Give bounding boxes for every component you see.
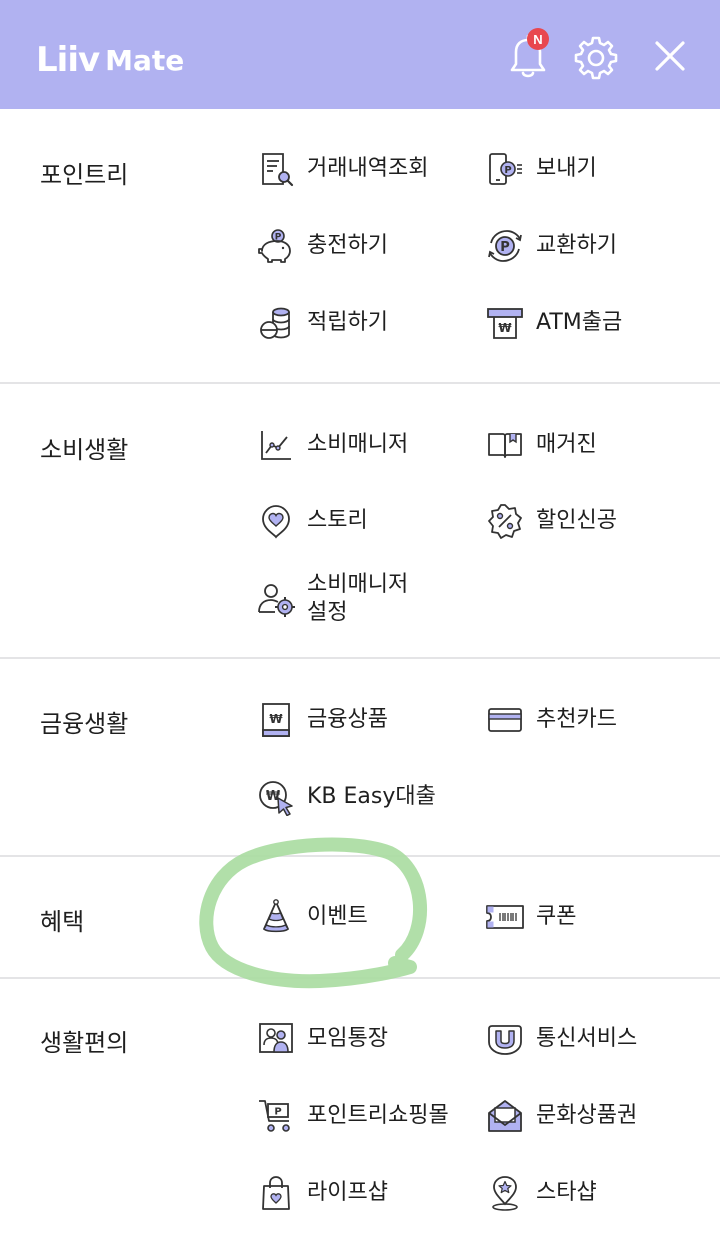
menu-item-label: 할인신공 (536, 508, 617, 533)
menu-item-accumulate[interactable]: 적립하기 (257, 298, 477, 348)
menu-item-pointree-mall[interactable]: P 포인트리쇼핑몰 (257, 1091, 477, 1141)
exchange-point-icon: P (486, 227, 524, 265)
menu-item-discount[interactable]: 할인신공 (486, 496, 706, 546)
shopping-bag-heart-icon (257, 1174, 295, 1212)
section-title: 생활편의 (40, 1029, 129, 1057)
menu-item-exchange[interactable]: P 교환하기 (486, 221, 706, 271)
svg-text:P: P (274, 1107, 281, 1118)
menu-item-financial-products[interactable]: ₩ 금융상품 (257, 695, 477, 745)
close-button[interactable] (642, 28, 698, 84)
discount-badge-icon (486, 502, 524, 540)
credit-card-icon (486, 701, 524, 739)
menu-item-telecom[interactable]: 통신서비스 (486, 1014, 706, 1064)
menu-item-label: KB Easy대출 (307, 784, 436, 809)
loan-click-icon: ₩ (257, 778, 295, 816)
section-title: 소비생활 (40, 436, 129, 464)
menu-item-kb-easy-loan[interactable]: ₩ KB Easy대출 (257, 772, 477, 822)
menu-item-charge[interactable]: P 충전하기 (257, 221, 477, 271)
user-gear-icon (257, 580, 295, 618)
phone-send-point-icon: P (486, 150, 524, 188)
open-book-icon (486, 426, 524, 464)
menu-item-label: 쿠폰 (536, 904, 577, 929)
logo-main-text: Liiv (36, 40, 100, 80)
section-pointree: 포인트리 거래내역조회 P 보내기 P 충전하기 P 교환하기 적립하기 ₩ A… (0, 109, 720, 384)
menu-item-label: 문화상품권 (536, 1103, 638, 1128)
menu-item-label: 소비매니저 (307, 432, 409, 457)
menu-item-label: 추천카드 (536, 707, 617, 732)
menu-item-transaction-history[interactable]: 거래내역조회 (257, 144, 477, 194)
section-title: 금융생활 (40, 710, 129, 738)
menu-item-label: 금융상품 (307, 707, 388, 732)
envelope-voucher-icon (486, 1097, 524, 1135)
menu-item-label: 라이프샵 (307, 1180, 388, 1205)
menu-item-label: 적립하기 (307, 310, 388, 335)
menu-item-label: ATM출금 (536, 310, 623, 335)
menu-item-spending-manager-settings[interactable]: 소비매니저 설정 (257, 569, 477, 629)
menu-item-label: 스타샵 (536, 1180, 597, 1205)
gear-icon (574, 36, 618, 80)
menu-item-label: 포인트리쇼핑몰 (307, 1103, 449, 1128)
menu-item-label: 교환하기 (536, 233, 617, 258)
svg-text:₩: ₩ (269, 712, 283, 726)
section-title: 포인트리 (40, 161, 129, 189)
atm-withdraw-icon: ₩ (486, 304, 524, 342)
section-benefits: 혜택 이벤트 쿠폰 (0, 857, 720, 979)
menu-item-label: 보내기 (536, 156, 597, 181)
label-line-2: 설정 (307, 600, 348, 625)
svg-text:P: P (504, 165, 511, 176)
menu-item-life-shop[interactable]: 라이프샵 (257, 1168, 477, 1218)
app-header: Liiv Mate N (0, 0, 720, 109)
svg-text:P: P (500, 240, 510, 255)
settings-button[interactable] (568, 28, 624, 84)
menu-item-recommended-card[interactable]: 추천카드 (486, 695, 706, 745)
receipt-search-icon (257, 150, 295, 188)
menu-item-group-account[interactable]: 모임통장 (257, 1014, 477, 1064)
section-living: 생활편의 모임통장 통신서비스 P 포인트리쇼핑몰 문화상품권 라이프샵 스타샵 (0, 979, 720, 1245)
star-pin-icon (486, 1174, 524, 1212)
section-consumption: 소비생활 소비매니저 매거진 스토리 할인신공 소비매니저 설정 (0, 384, 720, 659)
menu-item-coupon[interactable]: 쿠폰 (486, 892, 706, 942)
section-title: 혜택 (40, 908, 85, 936)
coin-stack-icon (257, 304, 295, 342)
notification-button[interactable]: N (500, 28, 556, 84)
menu-item-label: 충전하기 (307, 233, 388, 258)
menu-item-magazine[interactable]: 매거진 (486, 420, 706, 470)
close-icon (655, 41, 685, 71)
menu-item-label: 소비매니저 설정 (307, 571, 408, 627)
svg-text:₩: ₩ (498, 321, 512, 335)
finance-book-icon: ₩ (257, 701, 295, 739)
menu-item-story[interactable]: 스토리 (257, 496, 477, 546)
section-finance: 금융생활 ₩ 금융상품 추천카드 ₩ KB Easy대출 (0, 659, 720, 857)
piggy-bank-point-icon: P (257, 227, 295, 265)
menu-item-label: 거래내역조회 (307, 156, 429, 181)
telecom-u-icon (486, 1020, 524, 1058)
shopping-cart-point-icon: P (257, 1097, 295, 1135)
menu-item-culture-voucher[interactable]: 문화상품권 (486, 1091, 706, 1141)
line-chart-icon (257, 426, 295, 464)
menu-item-spending-manager[interactable]: 소비매니저 (257, 420, 477, 470)
menu-item-label: 모임통장 (307, 1026, 388, 1051)
menu-item-label: 스토리 (307, 508, 368, 533)
menu-item-event[interactable]: 이벤트 (257, 892, 477, 942)
menu-item-send[interactable]: P 보내기 (486, 144, 706, 194)
coupon-ticket-icon (486, 898, 524, 936)
menu-item-label: 매거진 (536, 432, 597, 457)
group-account-icon (257, 1020, 295, 1058)
heart-bubble-icon (257, 502, 295, 540)
menu-item-label: 통신서비스 (536, 1026, 638, 1051)
menu-item-label: 이벤트 (307, 904, 368, 929)
notification-badge: N (527, 28, 549, 50)
logo-sub-text: Mate (105, 43, 185, 77)
party-hat-icon (257, 898, 295, 936)
menu-item-atm[interactable]: ₩ ATM출금 (486, 298, 706, 348)
label-line-1: 소비매니저 (307, 572, 409, 597)
menu-item-star-shop[interactable]: 스타샵 (486, 1168, 706, 1218)
liiv-mate-logo: Liiv Mate (36, 38, 184, 82)
